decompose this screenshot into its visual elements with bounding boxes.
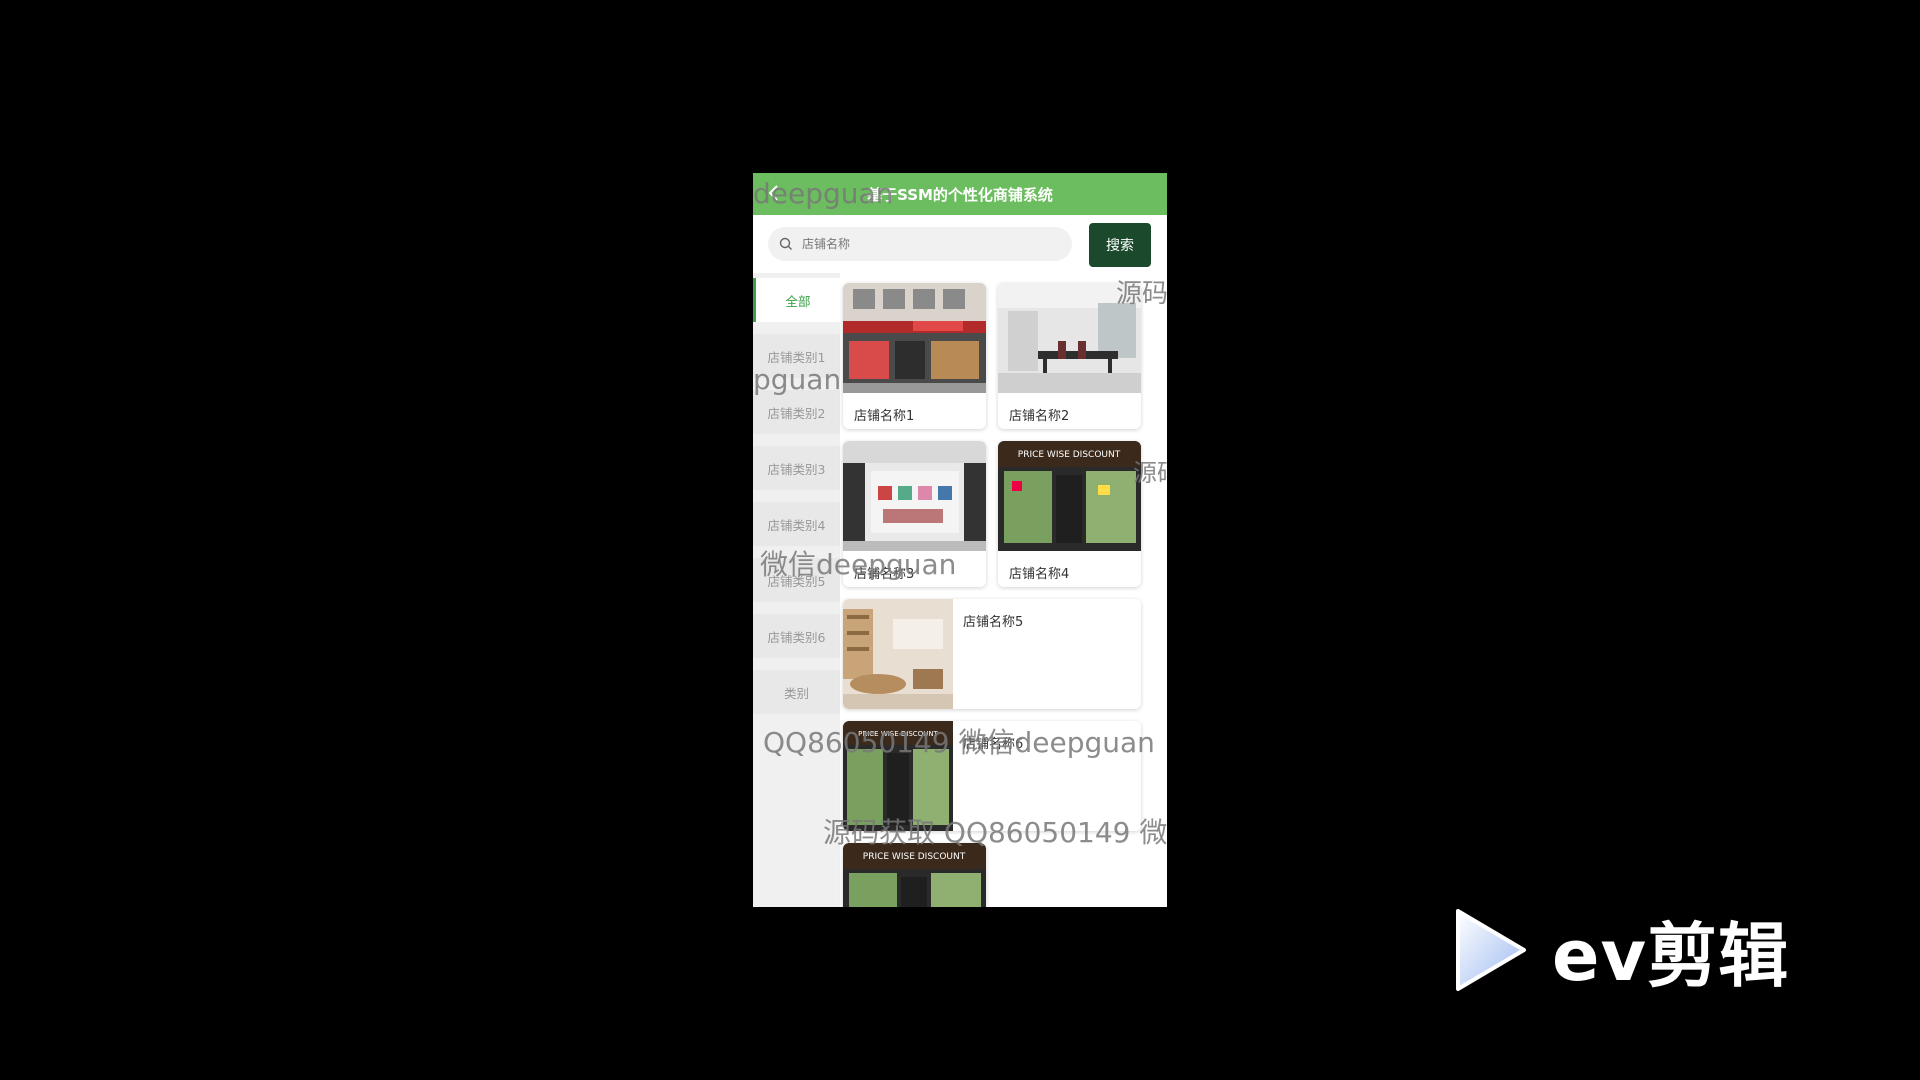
shop-card[interactable]: PRICE WISE DISCOUNT 店铺名称6 <box>843 721 1141 831</box>
app-header: 基于SSM的个性化商铺系统 <box>753 173 1167 215</box>
store-sign-text: PRICE WISE DISCOUNT <box>1018 450 1121 460</box>
category-item-4[interactable]: 店铺类别4 <box>753 502 840 546</box>
ev-brand-text: ev剪辑 <box>1552 914 1790 997</box>
shop-card[interactable]: PRICE WISE DISCOUNT <box>843 843 986 907</box>
category-item-3[interactable]: 店铺类别3 <box>753 446 840 490</box>
category-all[interactable]: 全部 <box>753 278 840 322</box>
shop-image <box>843 283 986 393</box>
shop-image <box>843 599 953 709</box>
search-field[interactable] <box>768 227 1072 261</box>
search-button[interactable]: 搜索 <box>1089 223 1151 267</box>
shop-card[interactable]: 店铺名称1 <box>843 283 986 429</box>
search-bar: 搜索 <box>753 215 1167 271</box>
category-item-2[interactable]: 店铺类别2 <box>753 390 840 434</box>
ev-logo: ev剪辑 <box>1450 905 1820 997</box>
back-icon[interactable] <box>763 182 785 204</box>
shop-name: 店铺名称4 <box>1009 567 1070 582</box>
shop-image: PRICE WISE DISCOUNT <box>843 721 953 831</box>
shop-card[interactable]: 店铺名称2 <box>998 283 1141 429</box>
category-item-1[interactable]: 店铺类别1 <box>753 334 840 378</box>
shop-name: 店铺名称1 <box>854 409 915 424</box>
shop-name: 店铺名称2 <box>1009 409 1070 424</box>
store-sign-text: PRICE WISE DISCOUNT <box>863 852 966 862</box>
shop-image <box>843 441 986 551</box>
shop-image <box>998 283 1141 393</box>
play-icon <box>1456 909 1526 991</box>
shop-image: PRICE WISE DISCOUNT <box>998 441 1141 551</box>
search-input[interactable] <box>800 236 1064 252</box>
page-title: 基于SSM的个性化商铺系统 <box>867 185 1053 204</box>
shop-card[interactable]: PRICE WISE DISCOUNT 店铺名称4 <box>998 441 1141 587</box>
shop-name: 店铺名称6 <box>963 737 1024 752</box>
shop-list: 店铺名称1 店铺名称2 店铺名称3 PRICE WISE DISCOUNT 店铺… <box>840 273 1167 907</box>
shop-name: 店铺名称5 <box>963 615 1024 630</box>
search-icon <box>779 237 792 250</box>
category-sidebar: 全部 店铺类别1 店铺类别2 店铺类别3 店铺类别4 店铺类别5 店铺类别6 类… <box>753 273 840 907</box>
shop-name: 店铺名称3 <box>854 567 915 582</box>
category-item-other[interactable]: 类别 <box>753 670 840 714</box>
category-item-5[interactable]: 店铺类别5 <box>753 558 840 602</box>
shop-card[interactable]: 店铺名称3 <box>843 441 986 587</box>
category-item-6[interactable]: 店铺类别6 <box>753 614 840 658</box>
store-sign-text: PRICE WISE DISCOUNT <box>858 730 938 738</box>
phone-screen: 基于SSM的个性化商铺系统 搜索 全部 店铺类别1 店铺类别2 店铺类别3 店铺… <box>753 173 1167 907</box>
shop-card[interactable]: 店铺名称5 <box>843 599 1141 709</box>
shop-image: PRICE WISE DISCOUNT <box>843 843 986 907</box>
